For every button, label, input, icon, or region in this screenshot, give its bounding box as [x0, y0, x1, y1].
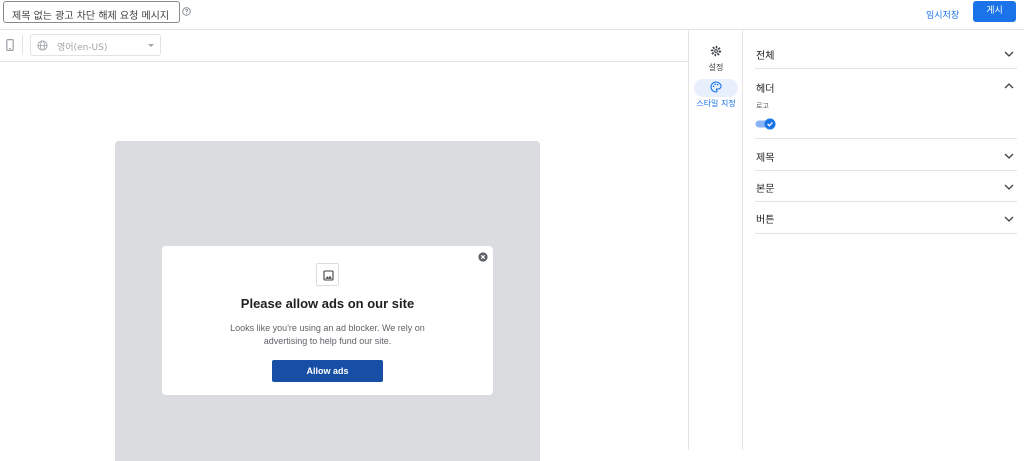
toolbar-divider	[22, 35, 23, 55]
help-circle-icon[interactable]	[182, 7, 191, 16]
section-header[interactable]: 헤더 로고	[755, 69, 1017, 139]
allow-ads-button[interactable]: Allow ads	[272, 360, 383, 382]
message-title-input[interactable]: 제목 없는 광고 차단 해제 요청 메시지	[3, 1, 180, 23]
chevron-down-icon	[1004, 216, 1014, 222]
dialog-title: Please allow ads on our site	[240, 296, 415, 311]
rail-item-style[interactable]: 스타일 지정	[689, 79, 743, 109]
close-circle-icon[interactable]	[478, 252, 488, 262]
language-select-value: 영어(en-US)	[57, 43, 108, 53]
rail-icon-container	[694, 43, 738, 61]
section-title: 제목	[756, 153, 775, 164]
gear-icon	[710, 45, 722, 57]
palette-icon	[710, 81, 722, 93]
chevron-down-icon	[1004, 153, 1014, 159]
chevron-down-icon	[148, 44, 154, 47]
rail-item-label: 설정	[708, 63, 724, 72]
section-title: 전체	[756, 51, 775, 62]
side-rail: 설정 스타일 지정	[688, 30, 743, 450]
section-all[interactable]: 전체	[755, 30, 1017, 69]
section-body[interactable]: 본문	[755, 171, 1017, 202]
chevron-down-icon	[1004, 51, 1014, 57]
dialog-body-text: Looks like you're using an ad blocker. W…	[230, 323, 425, 346]
style-properties-panel: 전체 헤더 로고 제목 본문 버튼	[743, 30, 1024, 450]
top-bar: 제목 없는 광고 차단 해제 요청 메시지 임시저장 게시	[0, 0, 1024, 30]
ad-block-dialog: Please allow ads on our site Looks like …	[162, 246, 493, 395]
section-title: 본문	[756, 184, 775, 195]
image-icon[interactable]	[316, 263, 339, 286]
language-select[interactable]: 영어(en-US)	[30, 34, 161, 56]
logo-field-label: 로고	[756, 102, 769, 110]
logo-toggle[interactable]	[755, 118, 777, 130]
section-button[interactable]: 버튼	[755, 202, 1017, 234]
preview-toolbar: 영어(en-US)	[0, 30, 688, 62]
section-title: 버튼	[756, 215, 775, 226]
section-title: 헤더	[756, 84, 775, 95]
rail-icon-container	[694, 79, 738, 97]
mobile-device-icon[interactable]	[6, 39, 14, 51]
rail-item-settings[interactable]: 설정	[689, 43, 743, 73]
section-title-style[interactable]: 제목	[755, 139, 1017, 171]
chevron-down-icon	[1004, 184, 1014, 190]
rail-item-label: 스타일 지정	[696, 99, 736, 108]
globe-icon	[37, 40, 48, 51]
chevron-up-icon	[1004, 83, 1014, 89]
save-draft-button[interactable]: 임시저장	[926, 8, 959, 21]
publish-button[interactable]: 게시	[973, 1, 1016, 22]
